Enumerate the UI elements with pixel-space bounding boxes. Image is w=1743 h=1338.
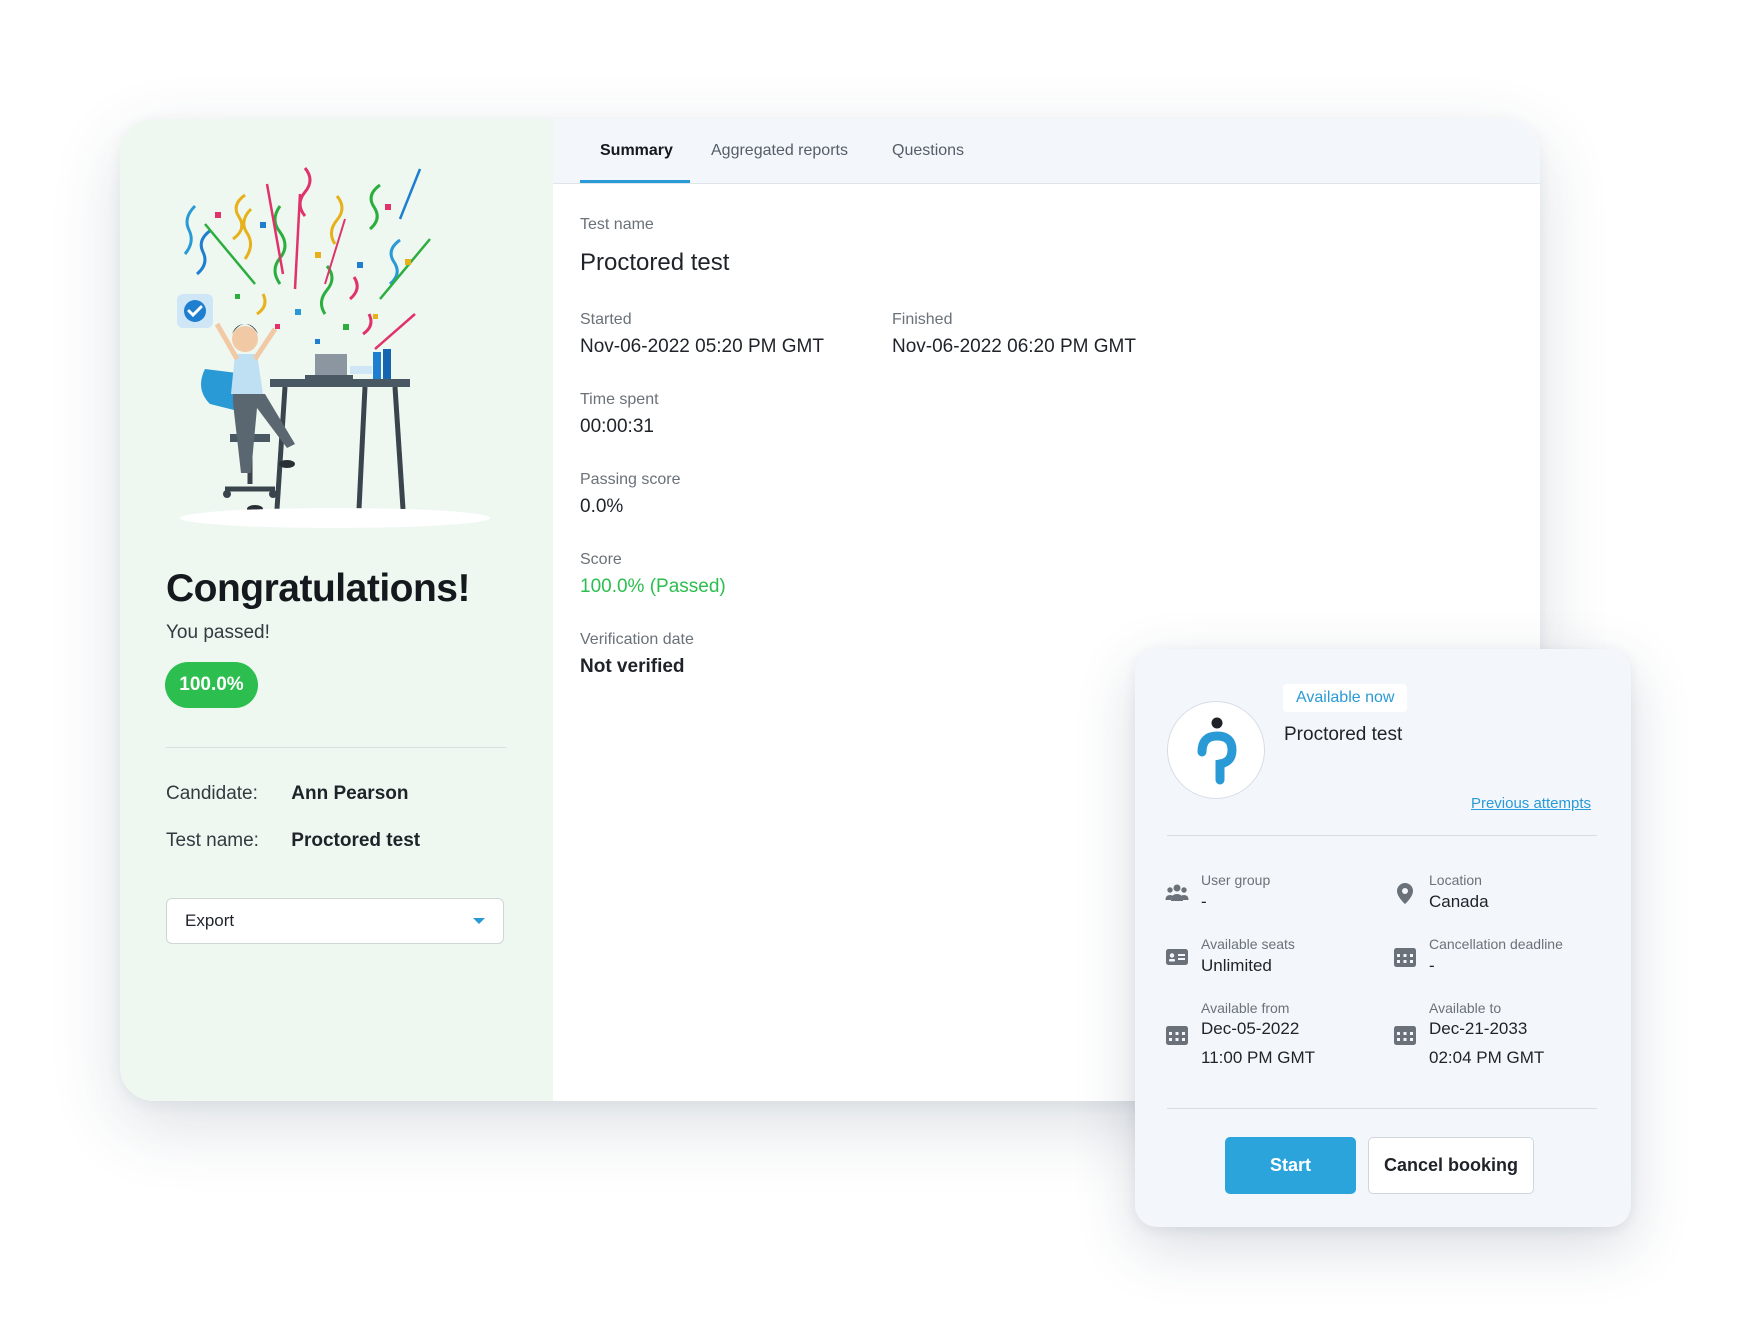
tab-questions[interactable]: Questions: [892, 119, 964, 183]
tab-aggregated-reports[interactable]: Aggregated reports: [711, 119, 848, 183]
test-name-label: Test name:: [166, 830, 259, 851]
availability-badge: Available now: [1283, 684, 1408, 712]
available-from-date: Dec-05-2022: [1201, 1019, 1300, 1038]
test-name-field-value: Proctored test: [580, 249, 730, 276]
available-from-time: 11:00 PM GMT: [1201, 1048, 1315, 1067]
finished-label: Finished: [892, 311, 953, 328]
candidate-value: Ann Pearson: [291, 783, 409, 804]
active-tab-indicator: [580, 180, 690, 183]
started-value: Nov-06-2022 05:20 PM GMT: [580, 336, 824, 357]
verification-date-value: Not verified: [580, 656, 685, 677]
cancel-booking-button[interactable]: Cancel booking: [1368, 1137, 1534, 1194]
time-spent-label: Time spent: [580, 391, 659, 408]
available-seats-label: Available seats: [1201, 936, 1295, 952]
test-name-row: Test name: Proctored test: [166, 830, 420, 852]
test-name-value: Proctored test: [291, 830, 421, 851]
congratulations-heading: Congratulations!: [166, 567, 470, 610]
verification-date-label: Verification date: [580, 631, 694, 648]
start-button[interactable]: Start: [1225, 1137, 1356, 1194]
available-to-date: Dec-21-2033: [1429, 1019, 1528, 1038]
divider: [1167, 1108, 1597, 1109]
user-group-label: User group: [1201, 872, 1271, 888]
tab-summary[interactable]: Summary: [600, 119, 673, 183]
divider: [1167, 835, 1597, 836]
export-dropdown[interactable]: Export: [166, 898, 504, 944]
tab-bar: Summary Aggregated reports Questions: [553, 119, 1540, 184]
calendar-icon: [1394, 948, 1416, 967]
users-icon: [1165, 884, 1189, 901]
started-label: Started: [580, 311, 632, 328]
celebration-illustration: [177, 167, 490, 528]
results-summary-panel: Congratulations! You passed! 100.0% Cand…: [120, 119, 554, 1101]
available-seats-value: Unlimited: [1201, 956, 1272, 975]
score-badge: 100.0%: [165, 662, 258, 708]
booking-card: Available now Proctored test Previous at…: [1135, 649, 1631, 1227]
previous-attempts-link[interactable]: Previous attempts: [1471, 795, 1591, 812]
time-spent-value: 00:00:31: [580, 416, 654, 437]
location-label: Location: [1429, 872, 1482, 888]
available-from-label: Available from: [1201, 1000, 1290, 1016]
export-label: Export: [185, 911, 235, 930]
passed-message: You passed!: [166, 622, 270, 643]
divider: [166, 747, 506, 748]
available-to-label: Available to: [1429, 1000, 1502, 1016]
location-value: Canada: [1429, 892, 1489, 911]
user-group-value: -: [1201, 892, 1207, 911]
score-value: 100.0% (Passed): [580, 576, 726, 597]
candidate-label: Candidate:: [166, 783, 258, 804]
available-to-time: 02:04 PM GMT: [1429, 1048, 1545, 1067]
location-pin-icon: [1397, 883, 1413, 904]
passing-score-value: 0.0%: [580, 496, 624, 517]
cancellation-deadline-label: Cancellation deadline: [1429, 936, 1563, 952]
proctor-logo-graphic: [1197, 717, 1237, 785]
score-label: Score: [580, 551, 622, 568]
booking-title: Proctored test: [1284, 724, 1403, 745]
test-name-field-label: Test name: [580, 216, 654, 233]
proctor-logo-icon: [1167, 701, 1265, 799]
seat-card-icon: [1166, 949, 1188, 965]
cancellation-deadline-value: -: [1429, 956, 1435, 975]
passing-score-label: Passing score: [580, 471, 681, 488]
finished-value: Nov-06-2022 06:20 PM GMT: [892, 336, 1136, 357]
calendar-icon: [1166, 1026, 1188, 1045]
chevron-down-icon: [473, 918, 485, 924]
candidate-row: Candidate: Ann Pearson: [166, 783, 408, 805]
calendar-icon: [1394, 1026, 1416, 1045]
